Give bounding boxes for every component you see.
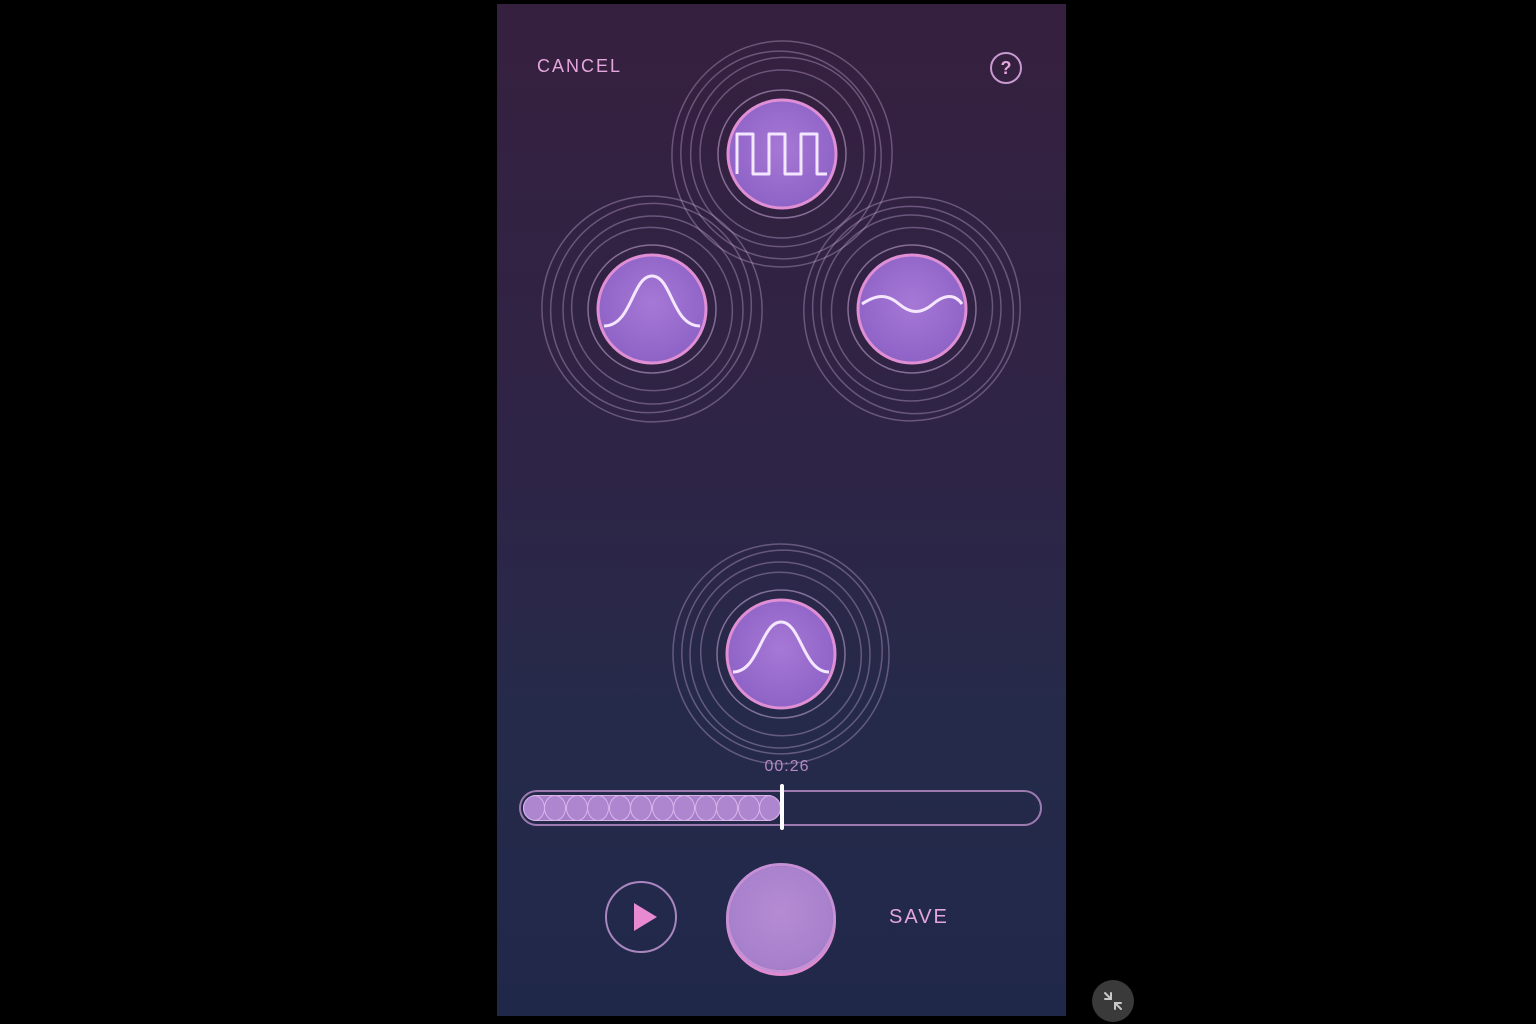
pattern-button-pulse[interactable] bbox=[657, 27, 906, 281]
active-pattern-button[interactable] bbox=[655, 524, 908, 780]
timeline-segment bbox=[587, 795, 609, 821]
save-button[interactable]: SAVE bbox=[889, 906, 949, 929]
timeline-segment bbox=[609, 795, 631, 821]
timeline-segment bbox=[544, 795, 566, 821]
shrink-icon bbox=[1104, 992, 1122, 1010]
recorded-progress bbox=[523, 795, 781, 821]
timeline-segment bbox=[523, 795, 545, 821]
timeline-segment bbox=[673, 795, 695, 821]
pattern-button-ripple[interactable] bbox=[783, 177, 1041, 441]
pattern-editor-screen: CANCEL ? 00:26 SAVE bbox=[497, 4, 1066, 1016]
elapsed-time: 00:26 bbox=[764, 758, 810, 775]
playhead[interactable] bbox=[780, 784, 784, 830]
pattern-picker bbox=[524, 27, 1041, 780]
recording-timeline[interactable] bbox=[519, 784, 1042, 830]
play-button[interactable] bbox=[605, 881, 677, 953]
timeline-segment bbox=[630, 795, 652, 821]
timeline-segment bbox=[716, 795, 738, 821]
timeline-segment bbox=[652, 795, 674, 821]
timeline-segment bbox=[566, 795, 588, 821]
timeline-segment bbox=[759, 795, 781, 821]
pattern-button-wave[interactable] bbox=[524, 179, 780, 440]
record-button[interactable] bbox=[729, 866, 833, 970]
timeline-segment bbox=[738, 795, 760, 821]
timeline-segment bbox=[695, 795, 717, 821]
exit-fullscreen-button[interactable] bbox=[1092, 980, 1134, 1022]
play-icon bbox=[634, 903, 657, 931]
